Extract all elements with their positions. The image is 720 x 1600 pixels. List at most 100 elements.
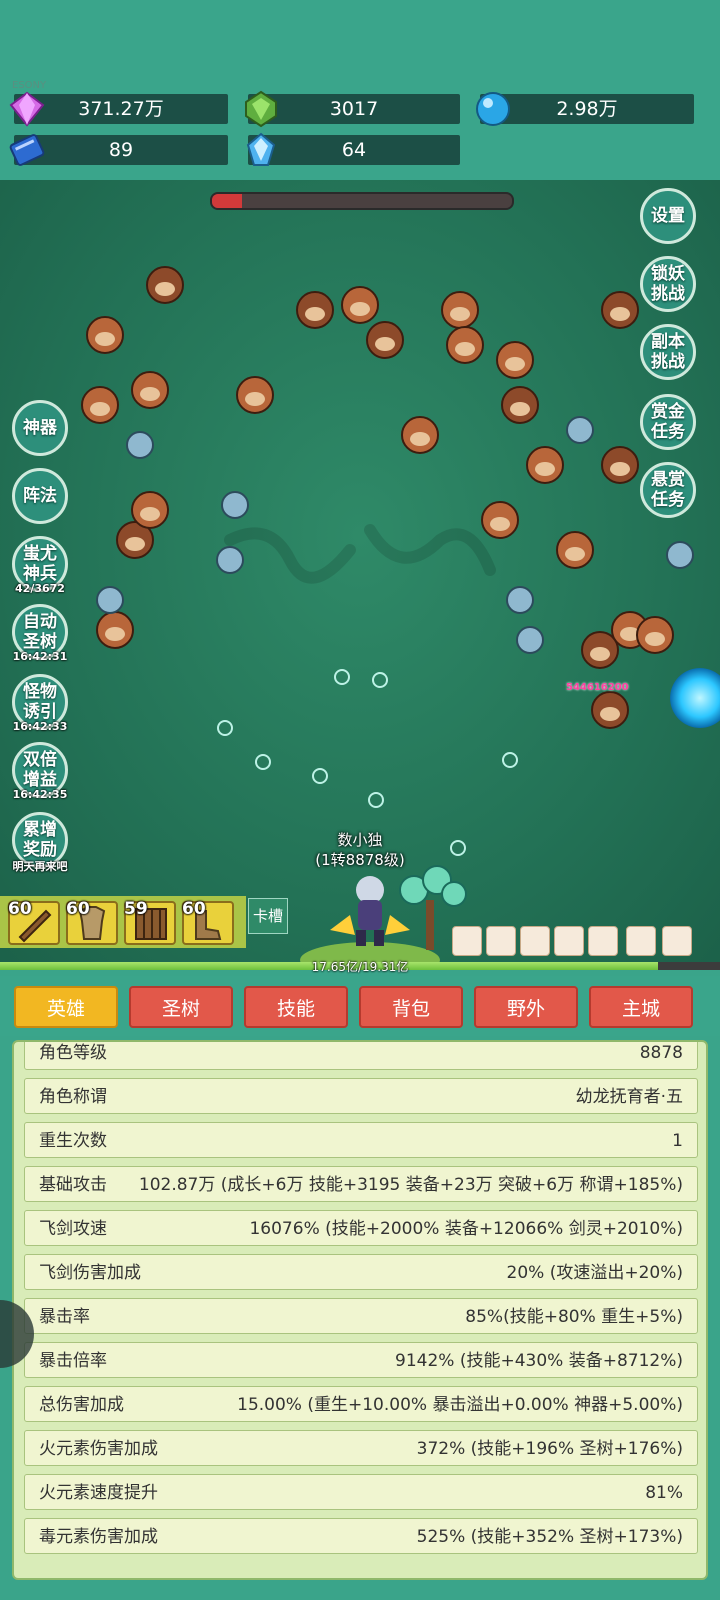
auto-sacred-tree-timer: 16:42:31 [12, 650, 68, 663]
bubble-projectile-icon [217, 720, 233, 736]
button-label: 怪物 诱引 [23, 682, 57, 722]
chiyou-weapon-progress: 42/3672 [15, 582, 65, 595]
bubble-projectile-icon [372, 672, 388, 688]
monster-icon [131, 371, 169, 409]
bubble-projectile-icon [450, 840, 466, 856]
stat-value: 85%(技能+80% 重生+5%) [465, 1307, 683, 1327]
stat-row-crit-multiplier: 暴击倍率 9142% (技能+430% 装备+8712%) [24, 1342, 698, 1378]
resource-value: 3017 [329, 98, 379, 120]
slot-level: 60 [66, 899, 90, 919]
ghost-monster-icon [126, 431, 154, 459]
monster-icon [131, 491, 169, 529]
hero-stats-panel[interactable]: 角色等级 8878 角色称谓 幼龙抚育者·五 重生次数 1 基础攻击 102.87万 (成长+… [12, 1040, 708, 1580]
main-tabs: 英雄 圣树 技能 背包 野外 主城 [0, 976, 720, 1036]
ghost-monster-icon [221, 491, 249, 519]
hero-name: 数小独 [337, 831, 383, 849]
resource-value: 64 [341, 139, 367, 161]
monster-icon [446, 326, 484, 364]
stat-label: 火元素伤害加成 [39, 1439, 158, 1459]
resource-value: 2.98万 [556, 98, 618, 120]
purple-gem-icon [9, 91, 45, 127]
bounty-gold-task-button[interactable]: 赏金 任务 [640, 394, 696, 450]
buff-icon[interactable] [626, 926, 656, 956]
ghost-monster-icon [96, 586, 124, 614]
button-label: 蚩尤 神兵 [23, 544, 57, 584]
buff-icon[interactable] [662, 926, 692, 956]
buff-icon[interactable] [554, 926, 584, 956]
boss-hp-bar [210, 192, 514, 210]
monster-icon [86, 316, 124, 354]
monster-icon [581, 631, 619, 669]
card-slot-button[interactable]: 卡槽 [248, 898, 288, 934]
stat-row-title: 角色称谓 幼龙抚育者·五 [24, 1078, 698, 1114]
monster-icon [441, 291, 479, 329]
button-label: 累增 奖励 [23, 820, 57, 860]
equip-slot-weapon[interactable]: 60 [8, 899, 60, 945]
tab-sacred-tree[interactable]: 圣树 [129, 986, 233, 1028]
stat-row-fire-damage: 火元素伤害加成 372% (技能+196% 圣树+176%) [24, 1430, 698, 1466]
tab-skills[interactable]: 技能 [244, 986, 348, 1028]
artifact-button[interactable]: 神器 [12, 400, 68, 456]
cumulative-reward-status: 明天再来吧 [12, 860, 68, 873]
resource-blue-crystal: 64 [246, 132, 460, 166]
tab-wild[interactable]: 野外 [474, 986, 578, 1028]
demon-tower-challenge-button[interactable]: 锁妖 挑战 [640, 256, 696, 312]
damage-popup: 544616200 [566, 682, 629, 693]
monster-icon [501, 386, 539, 424]
button-label: 自动 圣树 [23, 612, 57, 652]
equip-slot-armor[interactable]: 60 [66, 899, 118, 945]
buff-icon[interactable] [486, 926, 516, 956]
monster-icon [591, 691, 629, 729]
settings-button[interactable]: 设置 [640, 188, 696, 244]
stat-label: 飞剑攻速 [39, 1219, 107, 1239]
monster-icon [526, 446, 564, 484]
hero-level: (1转8878级) [315, 851, 405, 869]
buff-icon[interactable] [452, 926, 482, 956]
tab-backpack[interactable]: 背包 [359, 986, 463, 1028]
exp-text: 17.65亿/19.31亿 [311, 960, 409, 974]
tab-main-city[interactable]: 主城 [589, 986, 693, 1028]
dungeon-challenge-button[interactable]: 副本 挑战 [640, 324, 696, 380]
hero-name-label: 数小独 (1转8878级) [300, 830, 420, 870]
stat-row-base-attack: 基础攻击 102.87万 (成长+6万 技能+3195 装备+23万 突破+6万 … [24, 1166, 698, 1202]
stat-value: 15.00% (重生+10.00% 暴击溢出+0.00% 神器+5.00%) [237, 1395, 683, 1415]
equip-slot-shield[interactable]: 59 [124, 899, 176, 945]
double-gain-timer: 16:42:35 [12, 788, 68, 801]
buff-icon[interactable] [520, 926, 550, 956]
monster-icon [366, 321, 404, 359]
buff-icon[interactable] [588, 926, 618, 956]
monster-icon [296, 291, 334, 329]
stat-label: 角色等级 [39, 1043, 107, 1063]
blue-orb-icon [476, 92, 510, 126]
stat-row-sword-damage: 飞剑伤害加成 20% (攻速溢出+20%) [24, 1254, 698, 1290]
stat-row-total-damage: 总伤害加成 15.00% (重生+10.00% 暴击溢出+0.00% 神器+5.0… [24, 1386, 698, 1422]
button-label: 设置 [651, 206, 685, 226]
monster-icon [601, 291, 639, 329]
boss-hp-fill [212, 194, 242, 208]
stat-row-sword-speed: 飞剑攻速 16076% (技能+2000% 装备+12066% 剑灵+2010%) [24, 1210, 698, 1246]
resource-header: ESONY 371.27万 3017 2.98万 89 64 [0, 0, 720, 180]
monster-lure-timer: 16:42:33 [12, 720, 68, 733]
tab-hero[interactable]: 英雄 [14, 986, 118, 1028]
stat-label: 暴击率 [39, 1307, 90, 1327]
monster-icon [81, 386, 119, 424]
monster-icon [601, 446, 639, 484]
stat-label: 飞剑伤害加成 [39, 1263, 141, 1283]
green-gem-icon [245, 90, 277, 128]
stat-label: 火元素速度提升 [39, 1483, 158, 1503]
slot-level: 60 [182, 899, 206, 919]
slot-level: 59 [124, 899, 148, 919]
stat-label: 重生次数 [39, 1131, 107, 1151]
ghost-monster-icon [566, 416, 594, 444]
formation-button[interactable]: 阵法 [12, 468, 68, 524]
monster-icon [401, 416, 439, 454]
monster-icon [496, 341, 534, 379]
button-label: 副本 挑战 [651, 332, 685, 372]
equip-slot-boots[interactable]: 60 [182, 899, 234, 945]
book-icon [9, 134, 45, 166]
reward-task-button[interactable]: 悬赏 任务 [640, 462, 696, 518]
resource-value: 89 [108, 139, 134, 161]
stat-value: 8878 [639, 1043, 683, 1063]
ghost-monster-icon [666, 541, 694, 569]
resource-value: 371.27万 [78, 98, 164, 120]
